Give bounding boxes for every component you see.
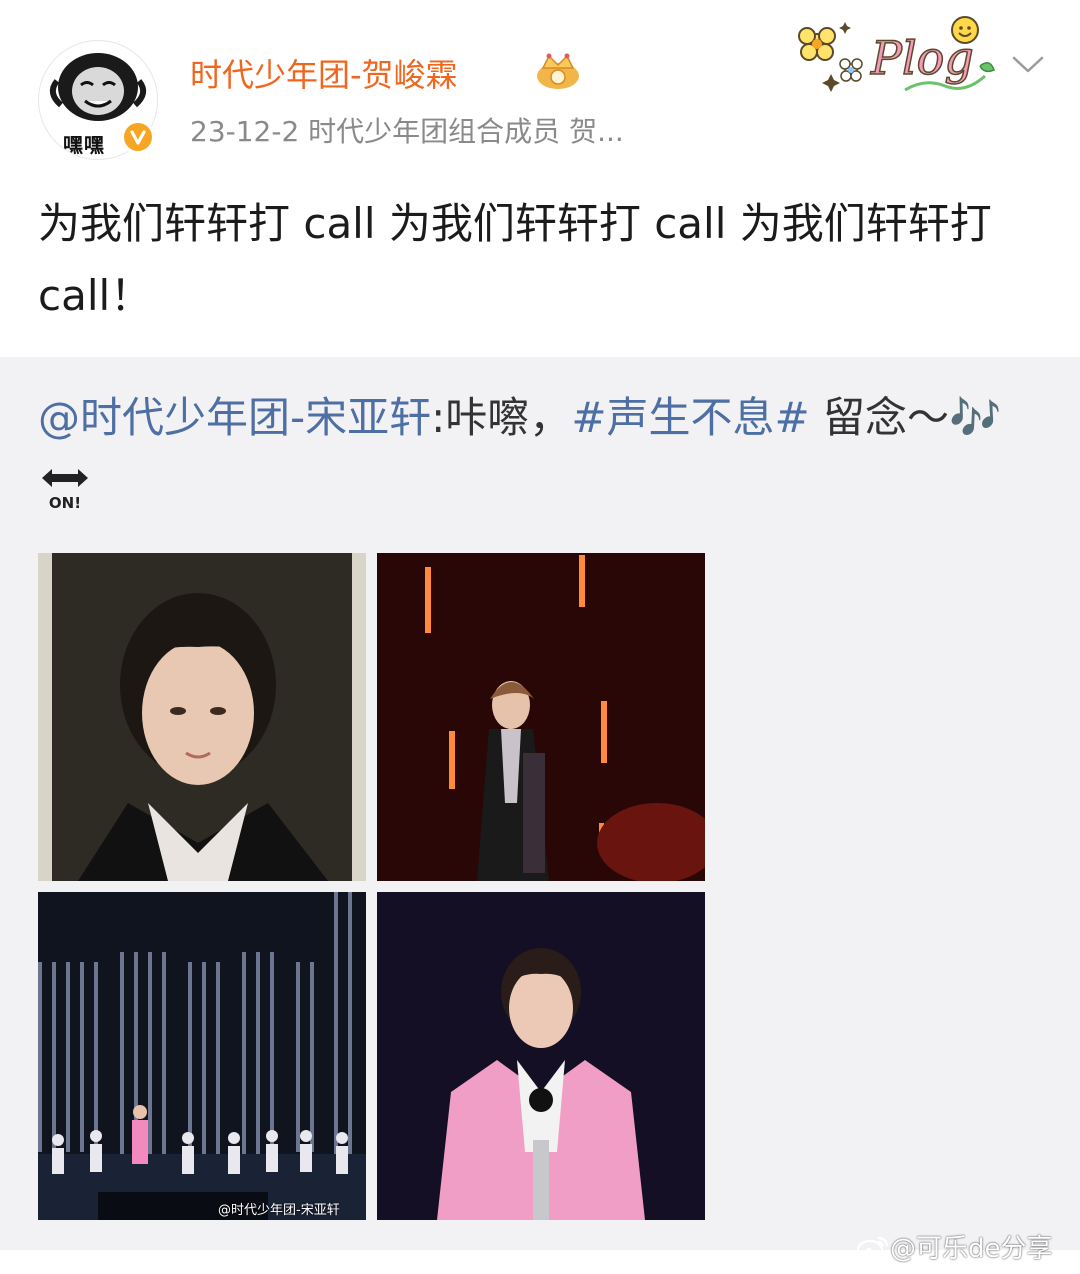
svg-text:ON!: ON! [49, 494, 81, 512]
mention-link[interactable]: @时代少年团-宋亚轩 [38, 393, 431, 442]
photo-portrait[interactable] [38, 553, 366, 881]
photo-stage-dancers[interactable]: @时代少年团-宋亚轩 [38, 892, 366, 1220]
flower-icon [798, 27, 836, 61]
photo-pink-suit[interactable] [377, 892, 705, 1220]
photo-watermark: @时代少年团-宋亚轩 [218, 1203, 340, 1218]
photo-stage-black-suit[interactable] [377, 553, 705, 881]
repost-text: @时代少年团-宋亚轩:咔嚓，#声生不息# 留念～🎶 ON! [38, 385, 1038, 517]
share-watermark: @可乐de分享 [856, 1228, 1053, 1265]
repost-card[interactable]: @时代少年团-宋亚轩:咔嚓，#声生不息# 留念～🎶 ON! @时代少年团-宋亚轩 [0, 357, 1080, 1250]
repost-text-mid: :咔嚓， [431, 393, 572, 442]
small-flower-icon [839, 58, 863, 82]
verified-badge-icon [121, 120, 155, 154]
post-meta: 23-12-2 时代少年团组合成员 贺... [190, 115, 624, 148]
author-name[interactable]: 时代少年团-贺峻霖 [190, 50, 458, 96]
post-text: 为我们轩轩打 call 为我们轩轩打 call 为我们轩轩打 call！ [38, 199, 992, 320]
crown-icon [537, 53, 579, 89]
weibo-logo-icon [856, 1236, 889, 1261]
chevron-down-icon[interactable] [1010, 52, 1046, 76]
repost-text-end: 留念～🎶 [809, 393, 1002, 442]
post-header: 嘿嘿 时代少年团-贺峻霖 23-12-2 时代少年团组合成员 贺... Plog [0, 0, 1080, 175]
hashtag-link[interactable]: #声生不息# [571, 393, 809, 442]
avatar-caption: 嘿嘿 [63, 133, 105, 157]
plog-sticker: Plog [798, 16, 995, 92]
on-arrow-icon: ON! [42, 469, 88, 512]
share-watermark-text: @可乐de分享 [890, 1234, 1053, 1264]
